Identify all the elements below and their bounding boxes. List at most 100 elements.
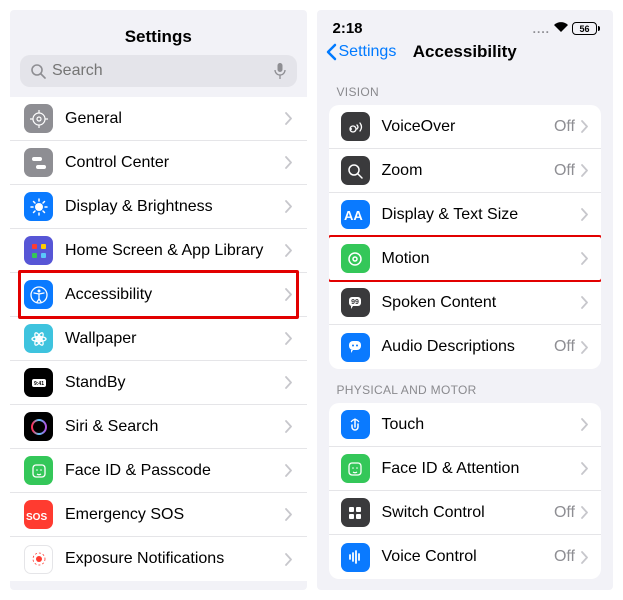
chevron-icon bbox=[581, 506, 589, 519]
row-motion[interactable]: Motion bbox=[329, 237, 602, 281]
chevron-icon bbox=[581, 164, 589, 177]
access-icon bbox=[24, 280, 53, 309]
microphone-icon[interactable] bbox=[273, 62, 287, 80]
status-bar: 2:18 .... 56 bbox=[317, 10, 614, 39]
chevron-icon bbox=[285, 288, 293, 301]
face2-icon bbox=[341, 454, 370, 483]
battery-pct: 56 bbox=[579, 24, 589, 34]
switches-icon bbox=[24, 148, 53, 177]
expo-icon bbox=[24, 545, 53, 574]
row-audio-descriptions[interactable]: Audio DescriptionsOff bbox=[329, 325, 602, 369]
row-label: Display & Brightness bbox=[65, 198, 285, 216]
bubble-icon bbox=[341, 333, 370, 362]
chevron-icon bbox=[285, 200, 293, 213]
battery-icon: 56 bbox=[572, 22, 597, 35]
chevron-icon bbox=[581, 208, 589, 221]
search-icon bbox=[30, 63, 46, 79]
siri-icon bbox=[24, 412, 53, 441]
motion-icon bbox=[341, 244, 370, 273]
row-label: Face ID & Attention bbox=[382, 460, 582, 478]
chevron-icon bbox=[285, 156, 293, 169]
row-label: Zoom bbox=[382, 162, 554, 180]
svg-text:AA: AA bbox=[344, 208, 363, 223]
back-label: Settings bbox=[339, 43, 397, 61]
row-label: Audio Descriptions bbox=[382, 338, 554, 356]
row-label: Exposure Notifications bbox=[65, 550, 285, 568]
chevron-icon bbox=[581, 551, 589, 564]
row-label: Emergency SOS bbox=[65, 506, 285, 524]
chevron-icon bbox=[285, 464, 293, 477]
settings-row-face-id-passcode[interactable]: Face ID & Passcode bbox=[10, 449, 307, 493]
row-label: Voice Control bbox=[382, 548, 554, 566]
switch-icon bbox=[341, 498, 370, 527]
section-header: PHYSICAL AND MOTOR bbox=[317, 369, 614, 403]
settings-row-general[interactable]: General bbox=[10, 97, 307, 141]
section-header: VISION bbox=[317, 71, 614, 105]
nav-bar: Settings Accessibility bbox=[317, 39, 614, 71]
row-touch[interactable]: Touch bbox=[329, 403, 602, 447]
settings-row-emergency-sos[interactable]: SOS Emergency SOS bbox=[10, 493, 307, 537]
gear-icon bbox=[24, 104, 53, 133]
row-label: Face ID & Passcode bbox=[65, 462, 285, 480]
chevron-icon bbox=[581, 418, 589, 431]
accessibility-screen: 2:18 .... 56 Settings Accessibility VISI… bbox=[317, 10, 614, 590]
row-display-text-size[interactable]: AADisplay & Text Size bbox=[329, 193, 602, 237]
status-time: 2:18 bbox=[333, 20, 363, 37]
chevron-icon bbox=[285, 244, 293, 257]
flower-icon bbox=[24, 324, 53, 353]
settings-row-wallpaper[interactable]: Wallpaper bbox=[10, 317, 307, 361]
row-face-id-attention[interactable]: Face ID & Attention bbox=[329, 447, 602, 491]
row-label: StandBy bbox=[65, 374, 285, 392]
row-value: Off bbox=[554, 118, 575, 136]
settings-row-accessibility[interactable]: Accessibility bbox=[10, 273, 307, 317]
settings-row-display-brightness[interactable]: Display & Brightness bbox=[10, 185, 307, 229]
grid-icon bbox=[24, 236, 53, 265]
search-input[interactable] bbox=[52, 62, 273, 80]
search-bar[interactable] bbox=[20, 55, 297, 87]
row-zoom[interactable]: ZoomOff bbox=[329, 149, 602, 193]
sos-icon: SOS bbox=[24, 500, 53, 529]
settings-row-exposure-notifications[interactable]: Exposure Notifications bbox=[10, 537, 307, 581]
row-switch-control[interactable]: Switch ControlOff bbox=[329, 491, 602, 535]
chevron-icon bbox=[285, 376, 293, 389]
settings-row-standby[interactable]: 9:41 StandBy bbox=[10, 361, 307, 405]
settings-screen: Settings General Control Center Display & … bbox=[10, 10, 307, 590]
chevron-icon bbox=[285, 332, 293, 345]
row-spoken-content[interactable]: 99 Spoken Content bbox=[329, 281, 602, 325]
row-voiceover[interactable]: VoiceOverOff bbox=[329, 105, 602, 149]
row-label: Spoken Content bbox=[382, 294, 582, 312]
touch-icon bbox=[341, 410, 370, 439]
row-label: General bbox=[65, 110, 285, 128]
row-label: Home Screen & App Library bbox=[65, 242, 285, 260]
row-label: VoiceOver bbox=[382, 118, 554, 136]
row-label: Switch Control bbox=[382, 504, 554, 522]
settings-group: VoiceOverOffZoomOffAADisplay & Text Size… bbox=[329, 105, 602, 369]
row-value: Off bbox=[554, 548, 575, 566]
chevron-icon bbox=[581, 252, 589, 265]
chevron-icon bbox=[285, 553, 293, 566]
row-value: Off bbox=[554, 162, 575, 180]
row-label: Accessibility bbox=[65, 286, 285, 304]
settings-row-siri-search[interactable]: Siri & Search bbox=[10, 405, 307, 449]
chevron-icon bbox=[581, 462, 589, 475]
svg-text:99: 99 bbox=[351, 299, 359, 306]
chevron-icon bbox=[581, 120, 589, 133]
row-voice-control[interactable]: Voice ControlOff bbox=[329, 535, 602, 579]
sun-icon bbox=[24, 192, 53, 221]
back-button[interactable]: Settings bbox=[325, 43, 397, 61]
chevron-icon bbox=[285, 420, 293, 433]
page-title: Settings bbox=[10, 10, 307, 55]
settings-group: TouchFace ID & AttentionSwitch ControlOf… bbox=[329, 403, 602, 579]
row-value: Off bbox=[554, 504, 575, 522]
speak-icon: 99 bbox=[341, 288, 370, 317]
svg-text:9:41: 9:41 bbox=[33, 381, 43, 387]
settings-row-home-screen-app-library[interactable]: Home Screen & App Library bbox=[10, 229, 307, 273]
chevron-icon bbox=[285, 508, 293, 521]
svg-text:SOS: SOS bbox=[26, 512, 47, 523]
chevron-icon bbox=[285, 112, 293, 125]
row-label: Siri & Search bbox=[65, 418, 285, 436]
row-label: Motion bbox=[382, 250, 582, 268]
cell-dots-icon: .... bbox=[533, 22, 550, 36]
row-label: Wallpaper bbox=[65, 330, 285, 348]
settings-row-control-center[interactable]: Control Center bbox=[10, 141, 307, 185]
